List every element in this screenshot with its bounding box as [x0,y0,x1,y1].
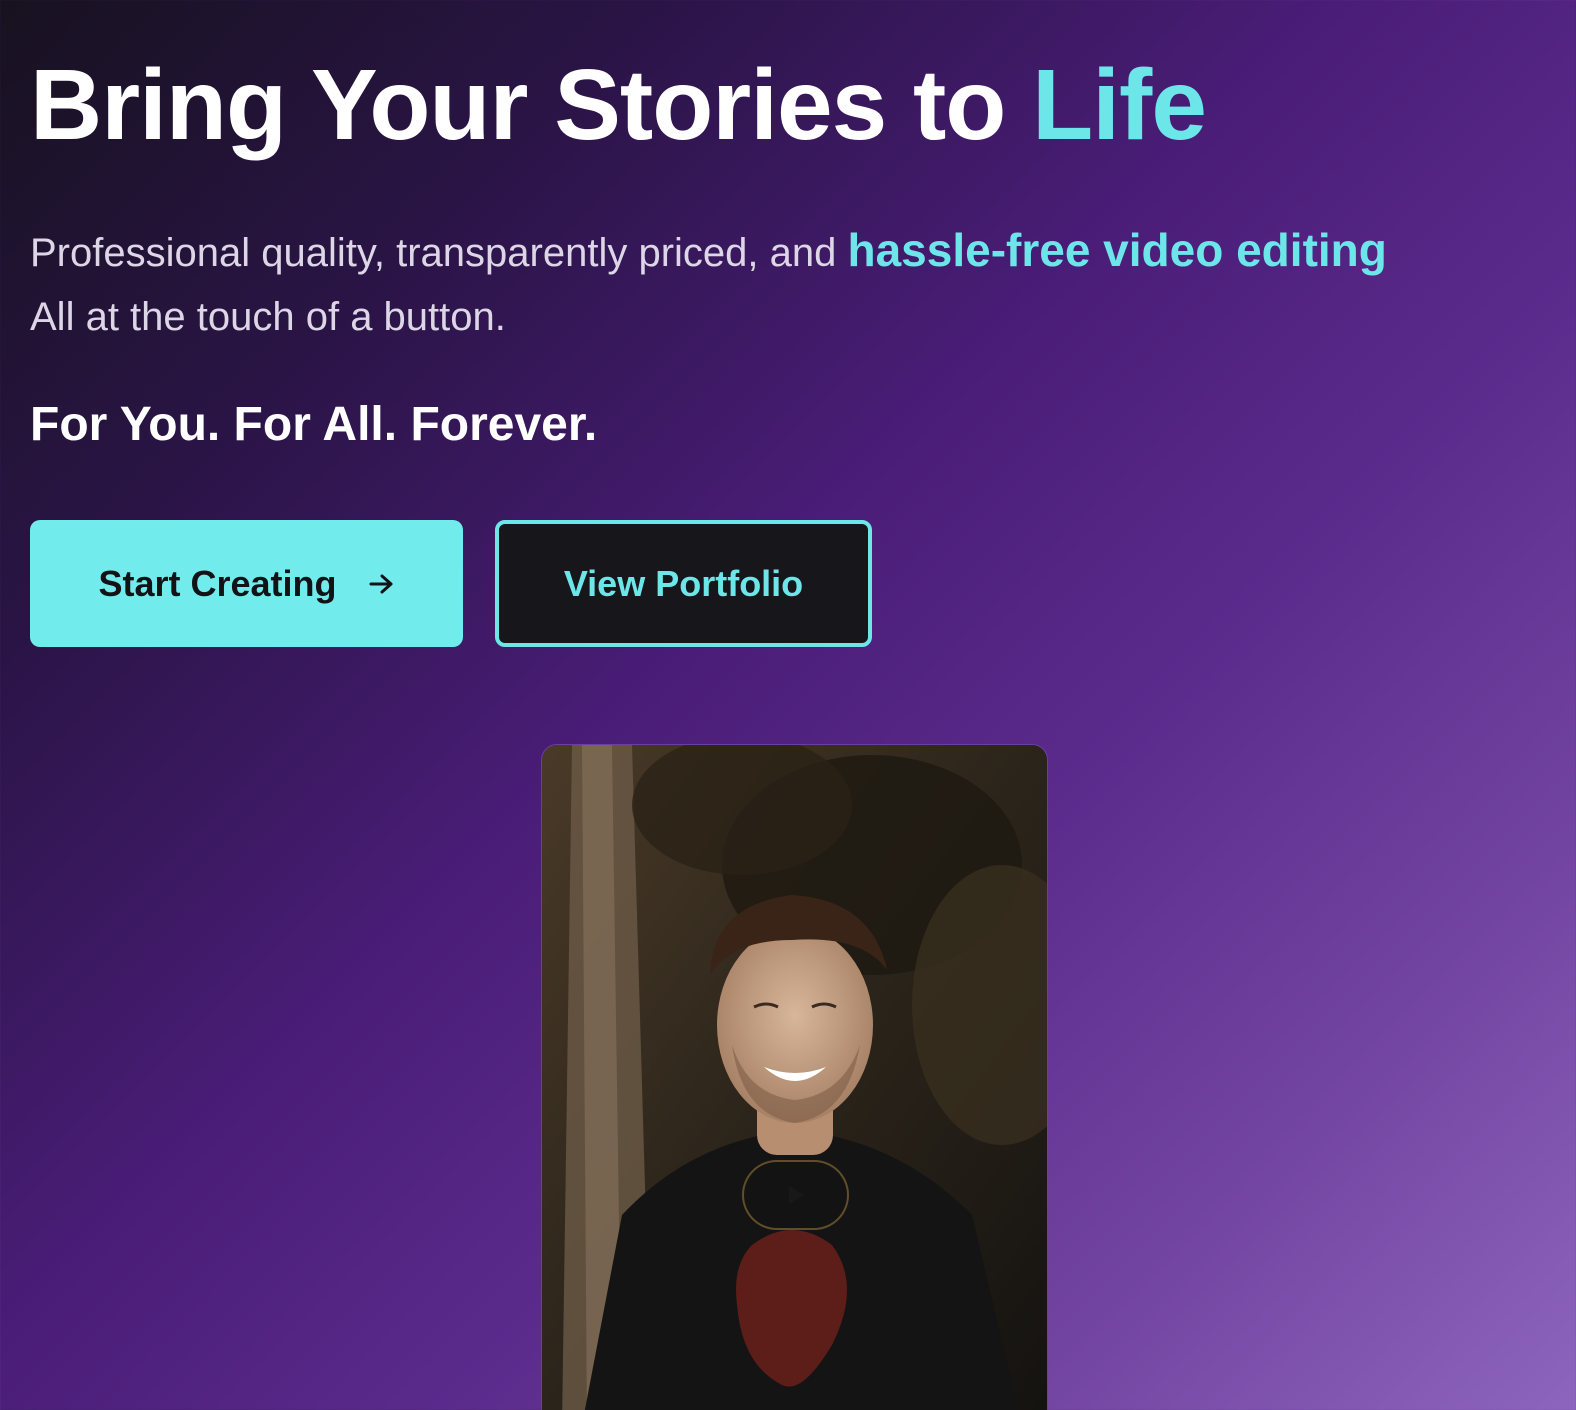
subtitle-highlight: hassle-free video editing [847,224,1387,276]
view-portfolio-label: View Portfolio [563,562,804,604]
hero-tagline: For You. For All. Forever. [30,398,598,451]
subtitle-lead: Professional quality, transparently pric… [30,231,848,275]
headline-accent: Life [1032,49,1207,161]
arrow-right-icon [369,573,395,595]
video-thumbnail [542,745,1047,1410]
start-creating-button[interactable]: Start Creating [30,520,463,647]
headline-main: Bring Your Stories to [30,49,1033,161]
subtitle-tail: All at the touch of a button. [30,295,506,339]
start-creating-label: Start Creating [98,562,337,604]
hero-headline: Bring Your Stories to Life [30,49,1207,161]
play-button[interactable] [742,1160,849,1230]
hero-subtitle: Professional quality, transparently pric… [30,218,1550,349]
play-icon [788,1186,804,1204]
video-preview[interactable] [541,744,1048,1410]
view-portfolio-button[interactable]: View Portfolio [495,520,872,647]
